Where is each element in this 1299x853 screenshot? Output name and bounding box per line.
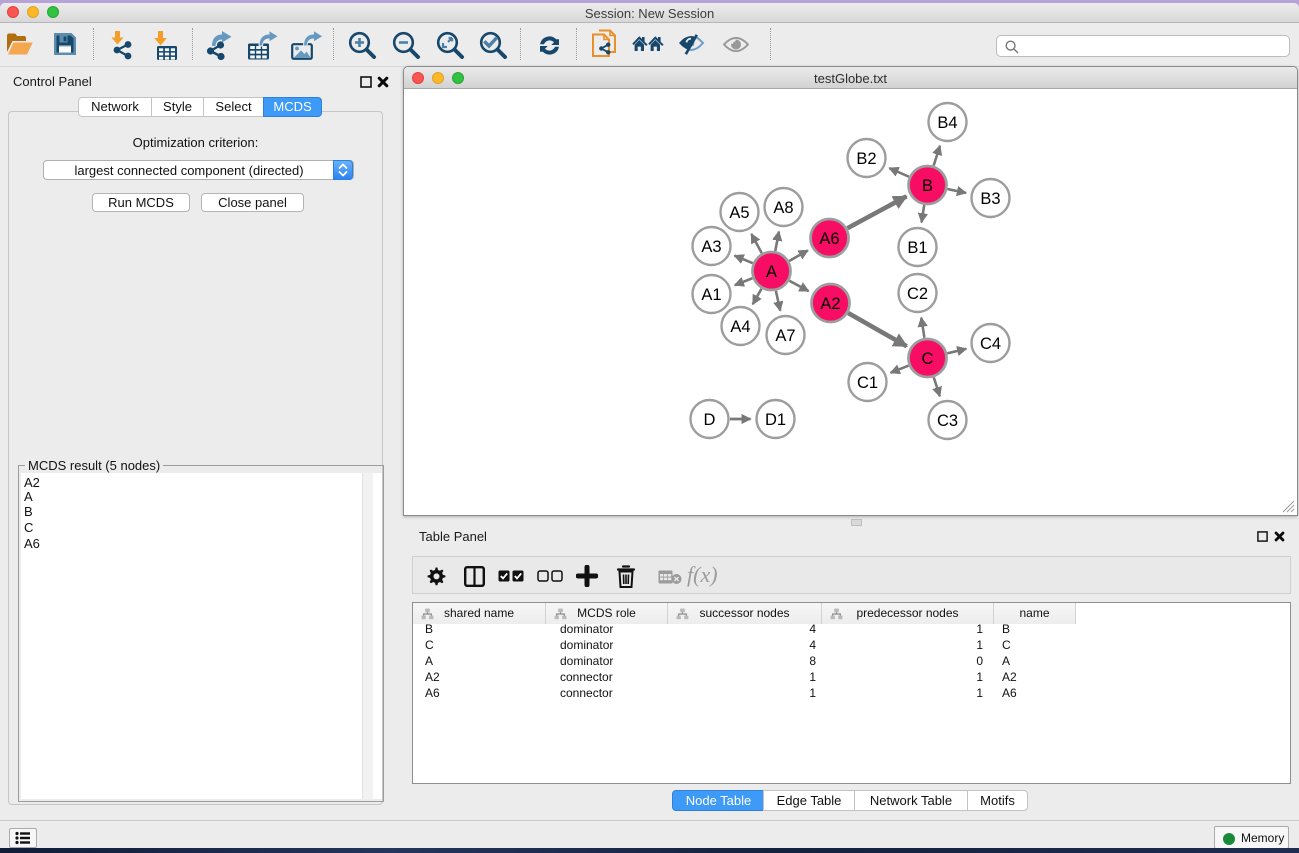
svg-text:C3: C3 — [937, 412, 958, 430]
svg-text:A4: A4 — [730, 318, 750, 336]
svg-text:A6: A6 — [819, 230, 839, 248]
svg-text:C: C — [922, 350, 934, 368]
svg-text:A: A — [766, 263, 777, 281]
svg-text:A8: A8 — [773, 199, 793, 217]
svg-text:D: D — [704, 411, 716, 429]
svg-text:B3: B3 — [980, 190, 1000, 208]
svg-text:C4: C4 — [980, 335, 1001, 353]
svg-text:A3: A3 — [701, 238, 721, 256]
svg-text:A1: A1 — [701, 286, 721, 304]
svg-text:A2: A2 — [820, 295, 840, 313]
svg-text:A7: A7 — [775, 327, 795, 345]
svg-text:B: B — [922, 177, 933, 195]
svg-text:D1: D1 — [765, 411, 786, 429]
svg-text:B2: B2 — [856, 150, 876, 168]
svg-text:B1: B1 — [907, 239, 927, 257]
svg-text:C2: C2 — [907, 285, 928, 303]
svg-text:C1: C1 — [857, 374, 878, 392]
svg-text:A5: A5 — [729, 204, 749, 222]
svg-text:B4: B4 — [937, 114, 957, 132]
